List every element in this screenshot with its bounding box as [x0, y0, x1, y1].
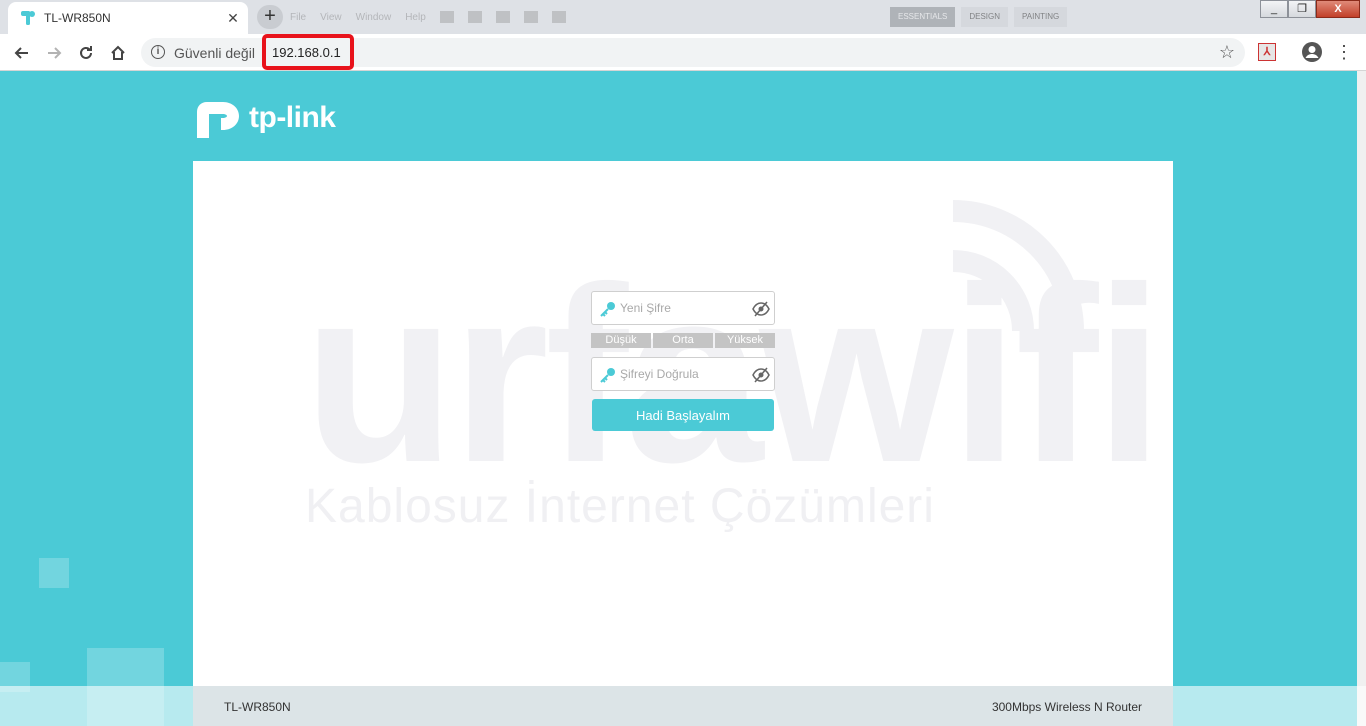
strength-medium: Orta — [653, 333, 713, 348]
kebab-menu-icon[interactable]: ⋮ — [1334, 40, 1354, 64]
security-status-label[interactable]: Güvenli değil — [174, 45, 255, 61]
minimize-button[interactable]: _ — [1260, 0, 1288, 18]
ghost-menu-item: Window — [355, 11, 392, 23]
watermark-tagline: Kablosuz İnternet Çözümleri — [305, 480, 935, 533]
wifi-waves-watermark-icon — [952, 200, 1084, 332]
confirm-password-input[interactable] — [620, 364, 744, 384]
tplink-favicon-icon — [21, 11, 35, 25]
browser-tab[interactable]: TL-WR850N ✕ — [8, 2, 248, 34]
setup-card: urfawifi Kablosuz İnternet Çözümleri Düş… — [193, 161, 1173, 686]
page-footer: TL-WR850N 300Mbps Wireless N Router — [0, 686, 1366, 726]
new-password-field[interactable] — [591, 291, 775, 325]
ghost-tool-icon — [495, 11, 510, 23]
ghost-pill: DESIGN — [961, 7, 1009, 27]
ghost-menu-item: View — [320, 11, 342, 23]
decor-square — [39, 558, 69, 588]
key-icon — [600, 302, 615, 317]
home-icon[interactable] — [105, 40, 131, 66]
get-started-button[interactable]: Hadi Başlayalım — [592, 399, 774, 431]
ghost-menu-item: File — [290, 11, 307, 23]
url-text[interactable]: 192.168.0.1 — [272, 45, 341, 60]
ghost-tool-icon — [551, 11, 566, 23]
tplink-logo: tp-link — [193, 92, 336, 144]
strength-high: Yüksek — [715, 333, 775, 348]
ghost-menu-item: Help — [405, 11, 426, 23]
window-controls: _ ❐ X — [1260, 0, 1360, 18]
back-arrow-icon[interactable] — [9, 40, 35, 66]
ghost-pill: ESSENTIALS — [890, 7, 956, 27]
background-app-menubar: File View Window Help — [290, 5, 940, 29]
confirm-password-field[interactable] — [591, 357, 775, 391]
brand-name: tp-link — [249, 101, 336, 134]
star-icon[interactable]: ☆ — [1215, 40, 1239, 64]
ghost-pill: PAINTING — [1014, 7, 1068, 27]
new-password-input[interactable] — [620, 298, 744, 318]
ghost-tool-icon — [467, 11, 482, 23]
info-icon[interactable]: i — [151, 45, 165, 59]
forward-arrow-icon[interactable] — [41, 40, 67, 66]
footer-description: 300Mbps Wireless N Router — [991, 700, 1142, 714]
tab-title: TL-WR850N — [44, 11, 111, 25]
reload-icon[interactable] — [73, 40, 99, 66]
tab-close-icon[interactable]: ✕ — [224, 9, 242, 27]
password-strength-meter: Düşük Orta Yüksek — [591, 333, 775, 348]
browser-toolbar: i Güvenli değil 192.168.0.1 ☆ ⅄ ⋮ — [0, 34, 1366, 71]
footer-model: TL-WR850N — [224, 700, 291, 714]
new-tab-button[interactable]: + — [257, 5, 283, 29]
eye-hidden-icon[interactable] — [752, 301, 770, 317]
maximize-button[interactable]: ❐ — [1288, 0, 1316, 18]
key-icon — [600, 368, 615, 383]
ghost-tool-icon — [439, 11, 454, 23]
browser-titlebar: TL-WR850N ✕ + File View Window Help ESSE… — [0, 0, 1366, 34]
page-scrollbar[interactable] — [1357, 71, 1366, 726]
ghost-tool-icon — [523, 11, 538, 23]
strength-low: Düşük — [591, 333, 651, 348]
eye-hidden-icon[interactable] — [752, 367, 770, 383]
background-app-workspace-switcher: ESSENTIALS DESIGN PAINTING — [890, 6, 1250, 28]
footer-bar: TL-WR850N 300Mbps Wireless N Router — [193, 686, 1173, 726]
pdf-extension-icon[interactable]: ⅄ — [1258, 43, 1276, 61]
profile-icon[interactable] — [1301, 41, 1323, 63]
address-bar[interactable]: i Güvenli değil 192.168.0.1 — [141, 38, 1245, 67]
tplink-logo-mark-icon — [197, 102, 239, 138]
close-window-button[interactable]: X — [1316, 0, 1360, 18]
